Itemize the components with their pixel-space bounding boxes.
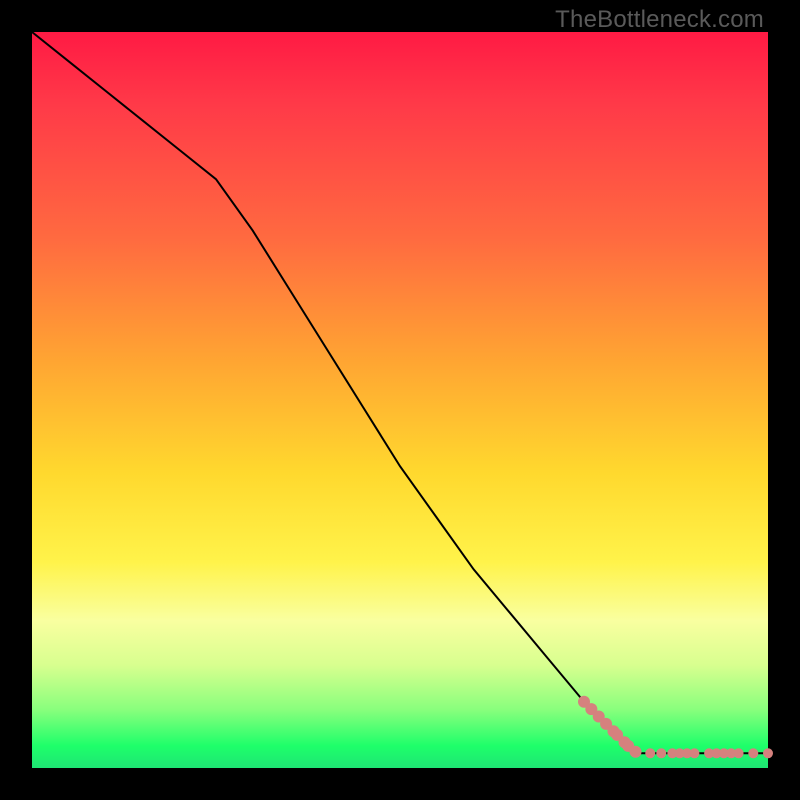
marker-markers-flat bbox=[656, 748, 666, 758]
curve-layer bbox=[32, 32, 768, 768]
watermark-text: TheBottleneck.com bbox=[555, 6, 764, 34]
chart-frame: TheBottleneck.com bbox=[0, 0, 800, 800]
marker-markers-flat bbox=[689, 748, 699, 758]
marker-markers-flat bbox=[645, 748, 655, 758]
marker-markers-flat bbox=[763, 748, 773, 758]
series-curve bbox=[32, 32, 636, 753]
plot-area bbox=[32, 32, 768, 768]
marker-markers-descending bbox=[630, 746, 642, 758]
marker-markers-flat bbox=[734, 748, 744, 758]
marker-markers-flat bbox=[748, 748, 758, 758]
